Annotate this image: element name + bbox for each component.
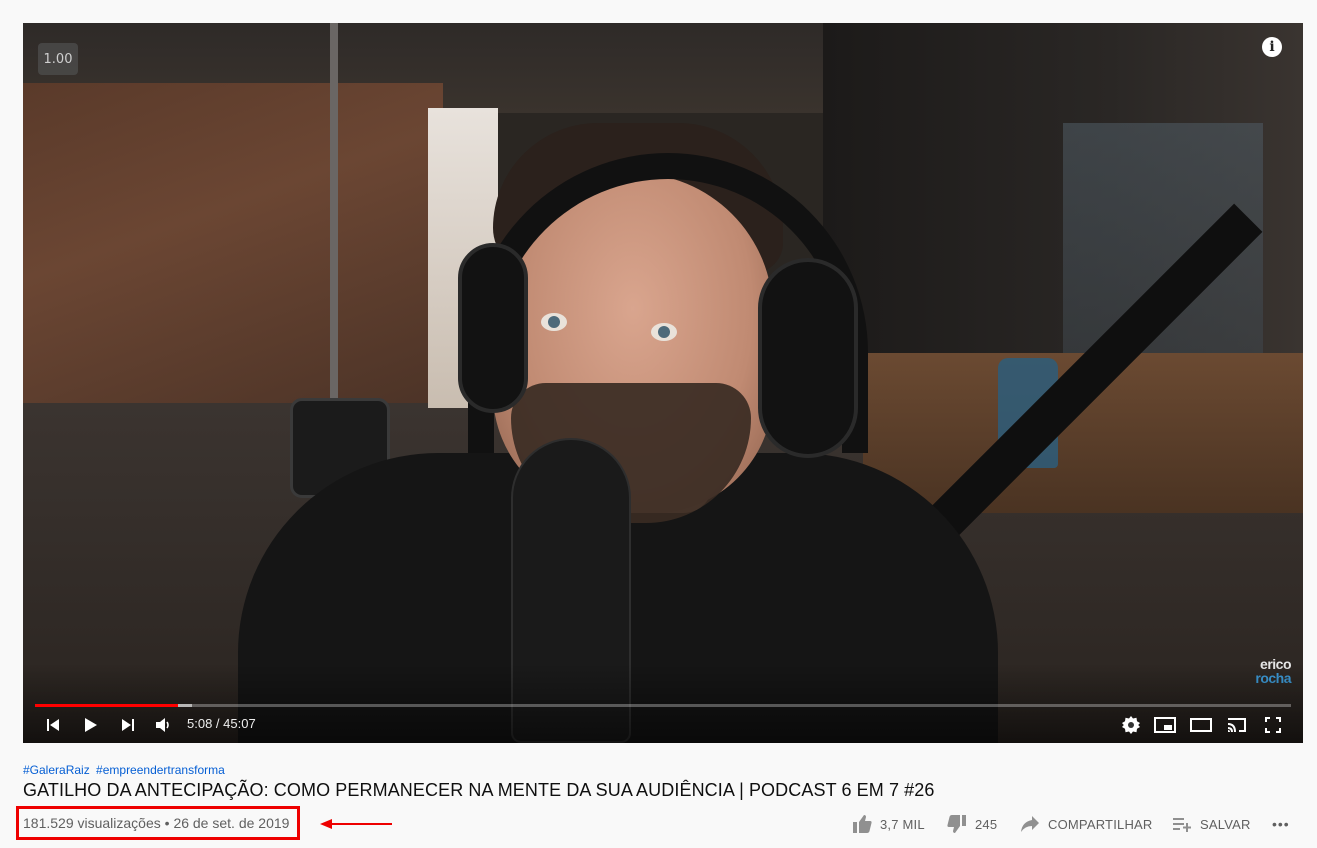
cast-button[interactable] bbox=[1225, 713, 1249, 737]
thumbs-up-icon bbox=[853, 815, 872, 833]
previous-icon bbox=[47, 719, 59, 731]
previous-button[interactable] bbox=[43, 713, 63, 737]
share-label: COMPARTILHAR bbox=[1048, 816, 1153, 832]
share-arrow-icon bbox=[1021, 816, 1039, 832]
save-label: SALVAR bbox=[1200, 816, 1251, 832]
video-player[interactable]: 1.00 i erico rocha 5:08 / 45:07 bbox=[23, 23, 1303, 743]
miniplayer-button[interactable] bbox=[1153, 713, 1177, 737]
like-count: 3,7 MIL bbox=[880, 816, 925, 832]
next-button[interactable] bbox=[118, 713, 138, 737]
time-display: 5:08 / 45:07 bbox=[187, 716, 256, 731]
thumbs-down-icon bbox=[947, 815, 966, 833]
next-icon bbox=[122, 719, 134, 731]
progress-bar[interactable] bbox=[35, 704, 1291, 707]
hashtag-link[interactable]: #empreendertransforma bbox=[96, 763, 225, 777]
playback-speed-badge: 1.00 bbox=[38, 43, 78, 75]
video-title: GATILHO DA ANTECIPAÇÃO: COMO PERMANECER … bbox=[23, 780, 935, 800]
controls-overlay bbox=[23, 663, 1303, 743]
settings-button[interactable] bbox=[1119, 713, 1143, 737]
progress-played bbox=[35, 704, 179, 707]
dislike-count: 245 bbox=[975, 816, 998, 832]
dislike-button[interactable]: 245 bbox=[947, 812, 997, 836]
like-button[interactable]: 3,7 MIL bbox=[852, 812, 925, 836]
more-actions-button[interactable]: ••• bbox=[1272, 812, 1290, 836]
hashtags: #GaleraRaiz #empreendertransforma bbox=[23, 763, 228, 777]
play-icon bbox=[85, 718, 97, 732]
volume-button[interactable] bbox=[153, 713, 175, 737]
action-bar: 3,7 MIL 245 COMPARTILHAR SALVAR ••• bbox=[0, 812, 1317, 836]
cast-icon bbox=[1228, 718, 1246, 732]
theater-icon bbox=[1190, 718, 1212, 732]
fullscreen-button[interactable] bbox=[1261, 713, 1285, 737]
volume-icon bbox=[156, 718, 169, 732]
miniplayer-icon bbox=[1154, 717, 1176, 733]
hashtag-link[interactable]: #GaleraRaiz bbox=[23, 763, 90, 777]
video-frame bbox=[23, 23, 1303, 743]
theater-mode-button[interactable] bbox=[1189, 713, 1213, 737]
play-button[interactable] bbox=[79, 713, 103, 737]
save-button[interactable]: SALVAR bbox=[1172, 812, 1251, 836]
info-icon[interactable]: i bbox=[1262, 37, 1282, 57]
share-button[interactable]: COMPARTILHAR bbox=[1020, 812, 1153, 836]
fullscreen-icon bbox=[1265, 717, 1281, 733]
settings-icon bbox=[1122, 716, 1140, 734]
playlist-add-icon bbox=[1173, 818, 1191, 832]
more-icon: ••• bbox=[1272, 816, 1290, 832]
